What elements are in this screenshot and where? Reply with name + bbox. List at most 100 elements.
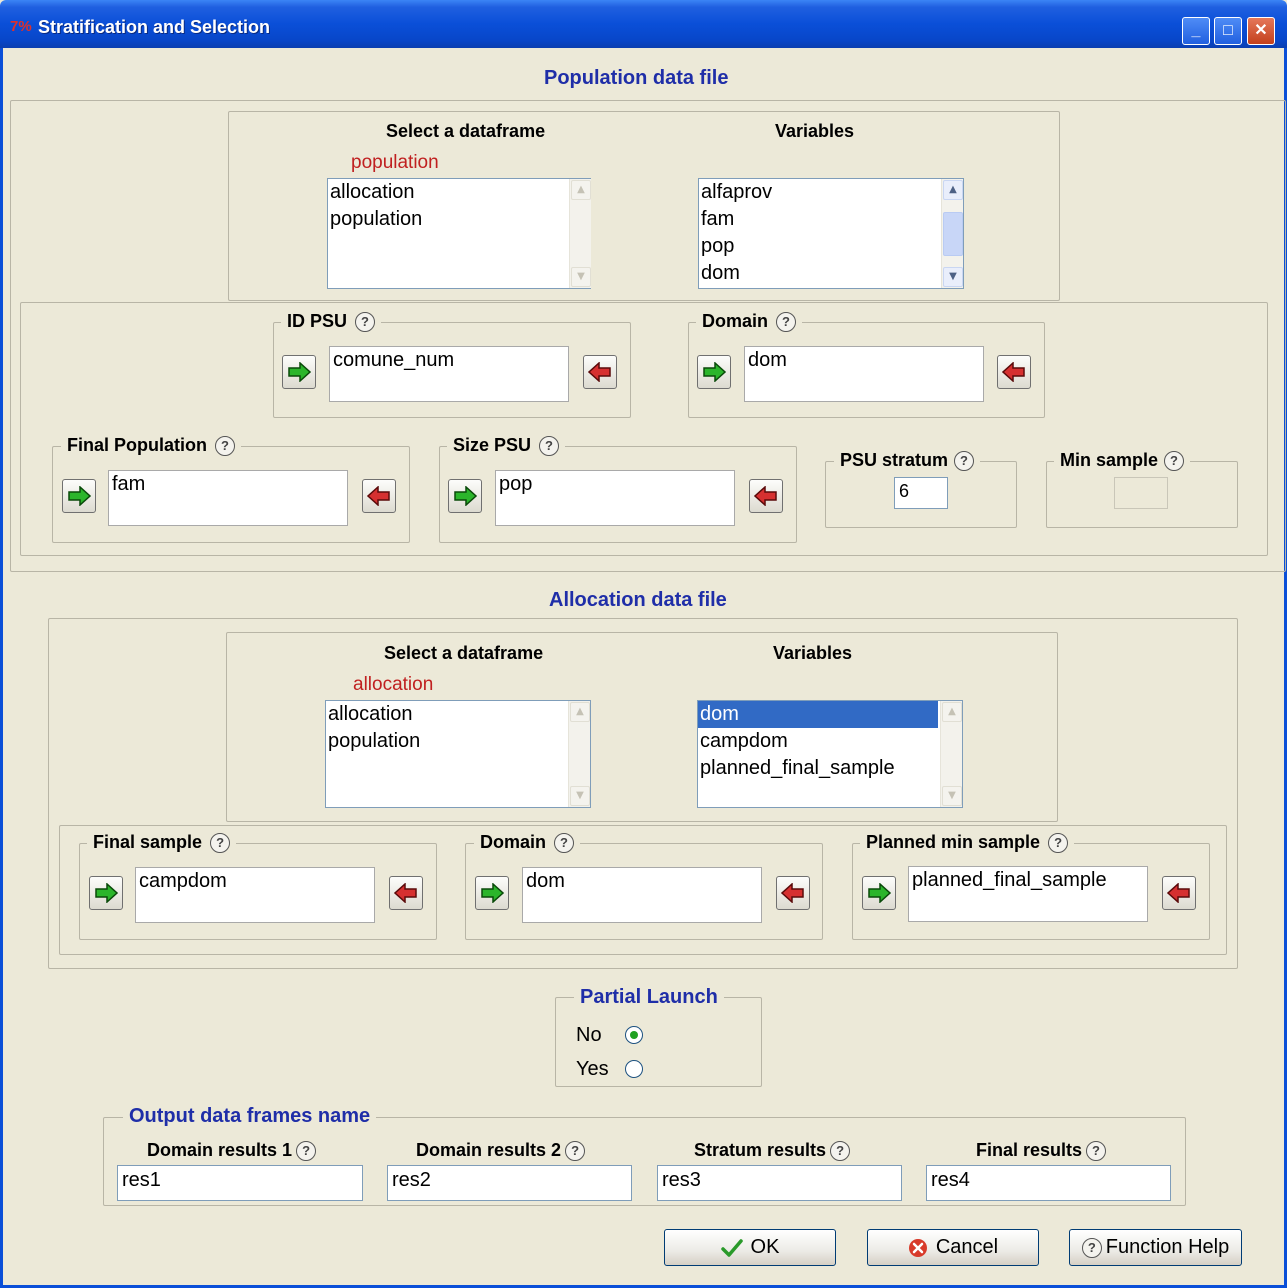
help-icon[interactable]: ? [776, 312, 797, 333]
scroll-down-icon[interactable]: ▼ [571, 267, 591, 287]
list-item-selected[interactable]: dom [698, 701, 938, 728]
remove-id-psu-button[interactable] [583, 355, 617, 389]
list-item[interactable]: alfaprov [699, 179, 939, 206]
scroll-up-icon[interactable]: ▲ [571, 180, 591, 200]
help-icon[interactable]: ? [1164, 451, 1185, 472]
list-item[interactable]: dom [699, 260, 939, 287]
function-help-button[interactable]: ? Function Help [1069, 1229, 1242, 1266]
output-input-4[interactable]: res4 [926, 1165, 1171, 1201]
help-icon[interactable]: ? [539, 436, 560, 457]
id-psu-value: comune_num [329, 346, 569, 402]
minimize-button[interactable]: _ [1182, 17, 1210, 45]
add-id-psu-button[interactable] [282, 355, 316, 389]
add-final-population-button[interactable] [62, 479, 96, 513]
scroll-thumb[interactable] [943, 212, 963, 256]
list-item[interactable]: planned_final_sample [698, 755, 938, 782]
help-icon[interactable]: ? [296, 1141, 317, 1162]
help-icon[interactable]: ? [1086, 1141, 1107, 1162]
output-input-2[interactable]: res2 [387, 1165, 632, 1201]
cancel-button[interactable]: Cancel [867, 1229, 1039, 1266]
select-dataframe-label: Select a dataframe [386, 121, 546, 141]
remove-domain-button[interactable] [997, 355, 1031, 389]
remove-final-population-button[interactable] [362, 479, 396, 513]
list-item[interactable]: allocation [326, 701, 566, 728]
variables-label: Variables [773, 643, 853, 663]
allocation-domain-label: Domain [480, 832, 547, 852]
remove-planned-min-sample-button[interactable] [1162, 876, 1196, 910]
selected-dataframe-label: population [351, 152, 439, 173]
final-sample-value: campdom [135, 867, 375, 923]
remove-final-sample-button[interactable] [389, 876, 423, 910]
id-psu-label: ID PSU [287, 311, 348, 331]
id-psu-legend: ID PSU? [281, 311, 382, 333]
help-icon[interactable]: ? [1048, 833, 1069, 854]
add-size-psu-button[interactable] [448, 479, 482, 513]
radio-selected-dot [630, 1031, 638, 1039]
remove-allocation-domain-button[interactable] [776, 876, 810, 910]
output-label-2: Domain results 2? [416, 1140, 586, 1162]
help-icon[interactable]: ? [830, 1141, 851, 1162]
output-input-3[interactable]: res3 [657, 1165, 902, 1201]
help-icon[interactable]: ? [954, 451, 975, 472]
scroll-down-icon[interactable]: ▼ [570, 786, 590, 806]
help-icon[interactable]: ? [565, 1141, 586, 1162]
add-domain-button[interactable] [697, 355, 731, 389]
ok-button[interactable]: OK [664, 1229, 836, 1266]
maximize-button[interactable]: □ [1214, 17, 1242, 45]
add-allocation-domain-button[interactable] [475, 876, 509, 910]
partial-launch-title: Partial Launch [574, 986, 724, 1009]
size-psu-label: Size PSU [453, 435, 532, 455]
green-arrow-right-icon [703, 362, 726, 382]
scrollbar[interactable]: ▲ ▼ [569, 179, 591, 288]
list-item[interactable]: population [326, 728, 566, 755]
scroll-up-icon[interactable]: ▲ [943, 180, 963, 200]
scroll-down-icon[interactable]: ▼ [942, 786, 962, 806]
scroll-up-icon[interactable]: ▲ [942, 702, 962, 722]
list-item[interactable]: population [328, 206, 568, 233]
dataframe-listbox[interactable]: allocation population ▲ ▼ [325, 700, 591, 808]
ok-label: OK [750, 1236, 780, 1258]
output-title: Output data frames name [123, 1105, 377, 1128]
help-icon[interactable]: ? [554, 833, 575, 854]
variables-listbox[interactable]: alfaprov fam pop dom ▲ ▼ [698, 178, 964, 289]
size-psu-legend: Size PSU? [447, 435, 566, 457]
red-arrow-left-icon [754, 486, 777, 506]
red-arrow-left-icon [1002, 362, 1025, 382]
min-sample-input[interactable] [1114, 477, 1168, 509]
list-item[interactable]: campdom [698, 728, 938, 755]
final-population-value: fam [108, 470, 348, 526]
output-label-1: Domain results 1? [147, 1140, 317, 1162]
list-item[interactable]: pop [699, 233, 939, 260]
help-icon[interactable]: ? [355, 312, 376, 333]
radio-label-no: No [576, 1024, 602, 1046]
partial-launch-yes-radio[interactable] [625, 1060, 643, 1078]
remove-size-psu-button[interactable] [749, 479, 783, 513]
help-icon[interactable]: ? [210, 833, 231, 854]
green-arrow-right-icon [868, 883, 891, 903]
final-population-legend: Final Population? [61, 435, 241, 457]
green-arrow-right-icon [288, 362, 311, 382]
window-title: Stratification and Selection [38, 17, 271, 37]
dataframe-listbox[interactable]: allocation population ▲ ▼ [327, 178, 591, 289]
close-button[interactable]: ✕ [1247, 17, 1275, 45]
red-arrow-left-icon [1167, 883, 1190, 903]
partial-launch-no-radio[interactable] [625, 1026, 643, 1044]
scrollbar[interactable]: ▲ ▼ [941, 179, 963, 288]
cancel-label: Cancel [935, 1236, 999, 1258]
population-section-title: Population data file [544, 67, 729, 89]
output-input-1[interactable]: res1 [117, 1165, 363, 1201]
scrollbar[interactable]: ▲ ▼ [568, 701, 590, 807]
help-icon: ? [1081, 1237, 1102, 1258]
add-final-sample-button[interactable] [89, 876, 123, 910]
scroll-up-icon[interactable]: ▲ [570, 702, 590, 722]
help-icon[interactable]: ? [215, 436, 235, 457]
variables-listbox[interactable]: dom campdom planned_final_sample ▲ ▼ [697, 700, 963, 808]
list-item[interactable]: fam [699, 206, 939, 233]
scrollbar[interactable]: ▲ ▼ [940, 701, 962, 807]
final-population-label: Final Population [67, 435, 207, 455]
psu-stratum-input[interactable]: 6 [894, 477, 948, 509]
list-item[interactable]: allocation [328, 179, 568, 206]
scroll-down-icon[interactable]: ▼ [943, 267, 963, 287]
function-help-label: Function Help [1105, 1236, 1230, 1258]
add-planned-min-sample-button[interactable] [862, 876, 896, 910]
